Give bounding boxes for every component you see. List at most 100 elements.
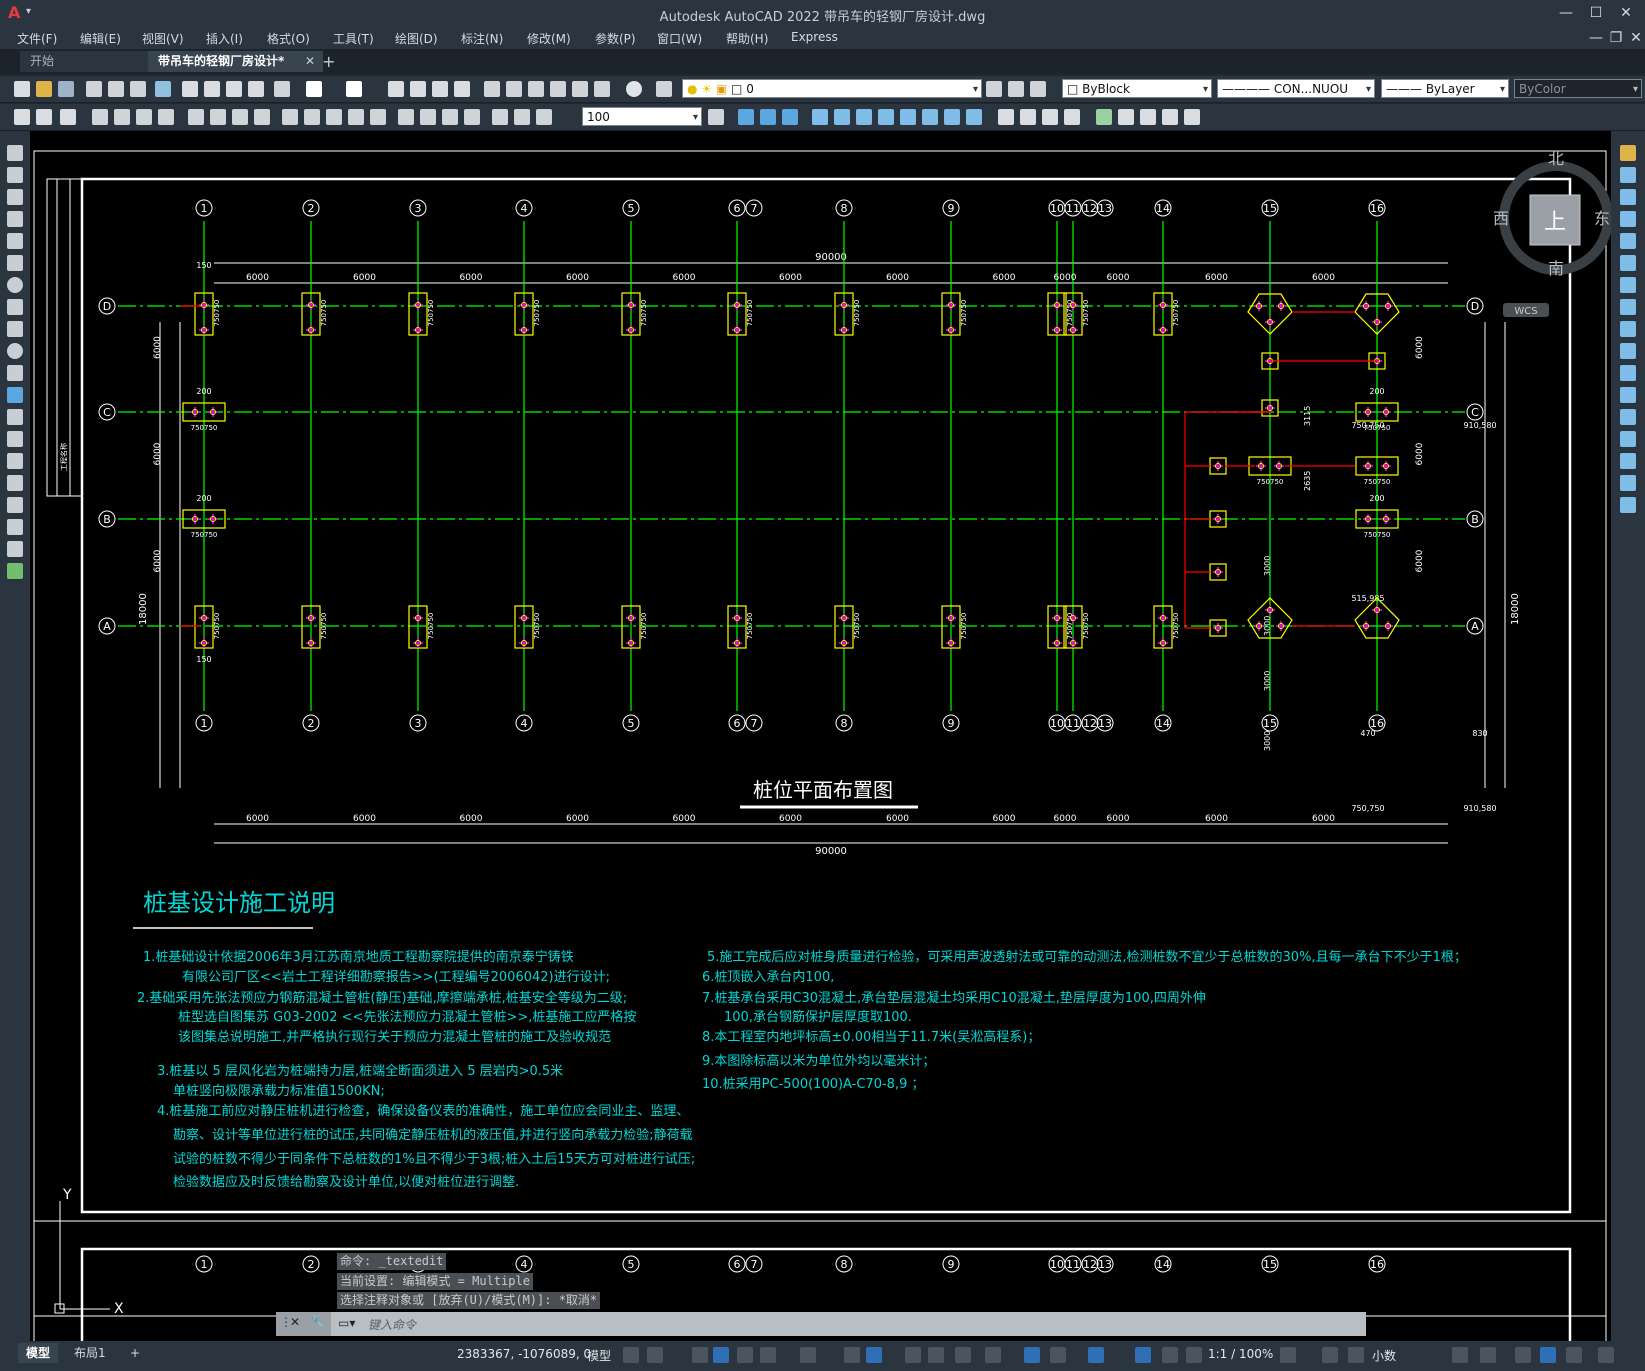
print-icon[interactable]	[86, 81, 102, 97]
save-icon[interactable]	[58, 81, 74, 97]
layer-dropdown[interactable]: ● ☀ ▣ □ 0 ▾	[682, 79, 982, 98]
design-center-icon[interactable]	[506, 81, 522, 97]
layers-icon[interactable]	[36, 109, 52, 125]
menu-express[interactable]: Express	[791, 30, 838, 44]
dim-update-icon[interactable]	[536, 109, 552, 125]
annotation-scale-icon[interactable]	[1186, 1347, 1202, 1363]
zoom-realtime-icon[interactable]	[410, 81, 426, 97]
layer-state-icon[interactable]	[1030, 81, 1046, 97]
angular-dim-icon[interactable]	[254, 109, 270, 125]
chamfer-icon[interactable]	[1620, 431, 1636, 447]
ucs-x-icon[interactable]	[944, 109, 960, 125]
dim-style-icon[interactable]	[708, 109, 724, 125]
fillet-icon[interactable]	[1620, 453, 1636, 469]
dim-edit-icon[interactable]	[492, 109, 508, 125]
cut-icon[interactable]	[182, 81, 198, 97]
menu-dimension[interactable]: 标注(N)	[461, 30, 503, 47]
layer-properties-icon[interactable]	[656, 81, 672, 97]
break-icon[interactable]	[1620, 387, 1636, 403]
dynamic-ucs-icon[interactable]	[1024, 1347, 1040, 1363]
quick-dim-icon[interactable]	[282, 109, 298, 125]
menu-tools[interactable]: 工具(T)	[333, 30, 374, 47]
block-editor-icon[interactable]	[274, 81, 290, 97]
viewcube-north[interactable]: 北	[1548, 149, 1564, 168]
stretch-icon[interactable]	[1620, 321, 1636, 337]
publish-icon[interactable]	[155, 81, 171, 97]
diameter-dim-icon[interactable]	[232, 109, 248, 125]
point-icon[interactable]	[7, 431, 23, 447]
view-top-icon[interactable]	[738, 109, 754, 125]
units-value[interactable]: 小数	[1372, 1347, 1396, 1364]
plotstyle-dropdown[interactable]: ByColor ▾	[1514, 79, 1642, 98]
ellipse-icon[interactable]	[7, 343, 23, 359]
move-icon[interactable]	[1620, 255, 1636, 271]
menu-window[interactable]: 窗口(W)	[657, 30, 702, 47]
plot-icon[interactable]	[130, 81, 146, 97]
insert-block-icon[interactable]	[7, 387, 23, 403]
selection-cycling-icon[interactable]	[955, 1347, 971, 1363]
doc-restore-button[interactable]: ❐	[1605, 29, 1627, 47]
viewport-clip-icon[interactable]	[1162, 109, 1178, 125]
tab-drawing[interactable]: 带吊车的轻钢厂房设计* ✕	[148, 51, 323, 72]
tab-start[interactable]: 开始	[20, 51, 160, 72]
viewcube-east[interactable]: 东	[1594, 209, 1610, 228]
blend-icon[interactable]	[1620, 475, 1636, 491]
ucs-3point-icon[interactable]	[922, 109, 938, 125]
radius-dim-icon[interactable]	[188, 109, 204, 125]
lineweight-icon[interactable]	[905, 1347, 921, 1363]
tab-layout1[interactable]: 布局1	[66, 1343, 114, 1363]
polyline-icon[interactable]	[7, 189, 23, 205]
add-selected-icon[interactable]	[7, 563, 23, 579]
workspace-icon[interactable]	[14, 109, 30, 125]
lock-ui-icon[interactable]	[1480, 1347, 1496, 1363]
doc-minimize-button[interactable]: —	[1585, 29, 1607, 47]
construction-line-icon[interactable]	[7, 167, 23, 183]
polar-icon[interactable]	[760, 1347, 776, 1363]
3d-osnap-icon[interactable]	[985, 1347, 1001, 1363]
ucs-object-icon[interactable]	[878, 109, 894, 125]
ordinate-dim-icon[interactable]	[158, 109, 174, 125]
units-icon[interactable]	[1348, 1347, 1364, 1363]
mtext-icon[interactable]	[7, 541, 23, 557]
arc-length-icon[interactable]	[136, 109, 152, 125]
drawing-canvas[interactable]: 工程名称 90000 90000 18000 18000 3115 2635 3…	[30, 131, 1611, 1341]
copy-object-icon[interactable]	[1620, 167, 1636, 183]
close-window-button[interactable]: ✕	[1615, 4, 1637, 22]
viewport-poly-icon[interactable]	[1118, 109, 1134, 125]
ucs-view-icon[interactable]	[856, 109, 872, 125]
inspection-icon[interactable]	[442, 109, 458, 125]
view-front-icon[interactable]	[760, 109, 776, 125]
ellipse-arc-icon[interactable]	[7, 365, 23, 381]
new-file-icon[interactable]	[14, 81, 30, 97]
print-preview-icon[interactable]	[108, 81, 124, 97]
snap-icon[interactable]	[647, 1347, 663, 1363]
command-history-icon[interactable]: ▭▾	[338, 1316, 355, 1330]
scale-icon[interactable]	[1620, 299, 1636, 315]
menu-file[interactable]: 文件(F)	[17, 30, 57, 47]
calculator-icon[interactable]	[594, 81, 610, 97]
erase-icon[interactable]	[1620, 145, 1636, 161]
join-icon[interactable]	[1620, 409, 1636, 425]
sheet-set-icon[interactable]	[550, 81, 566, 97]
styles-icon[interactable]	[60, 109, 76, 125]
help-icon[interactable]	[626, 81, 642, 97]
clean-screen-icon[interactable]	[1566, 1347, 1582, 1363]
ortho-icon[interactable]	[737, 1347, 753, 1363]
properties-icon[interactable]	[484, 81, 500, 97]
coordinate-readout[interactable]: 2383367, -1076089, 0	[457, 1347, 591, 1361]
linetype-dropdown[interactable]: ———— CON...NUOU ▾	[1217, 79, 1375, 98]
make-current-layer-icon[interactable]	[986, 81, 1002, 97]
viewport-scale-icon[interactable]	[1184, 109, 1200, 125]
viewport-object-icon[interactable]	[1140, 109, 1156, 125]
infer-constraints-icon[interactable]	[692, 1347, 708, 1363]
annotation-scale-value[interactable]: 1:1 / 100%	[1208, 1347, 1273, 1361]
linear-dim-icon[interactable]	[92, 109, 108, 125]
rotate-icon[interactable]	[1620, 277, 1636, 293]
ucs-y-icon[interactable]	[966, 109, 982, 125]
customize-icon[interactable]: 🔧	[310, 1315, 325, 1329]
menu-insert[interactable]: 插入(I)	[206, 30, 243, 47]
center-mark-icon[interactable]	[420, 109, 436, 125]
hatch-icon[interactable]	[7, 453, 23, 469]
quick-properties-icon[interactable]	[1452, 1347, 1468, 1363]
visual-style-2d-icon[interactable]	[998, 109, 1014, 125]
